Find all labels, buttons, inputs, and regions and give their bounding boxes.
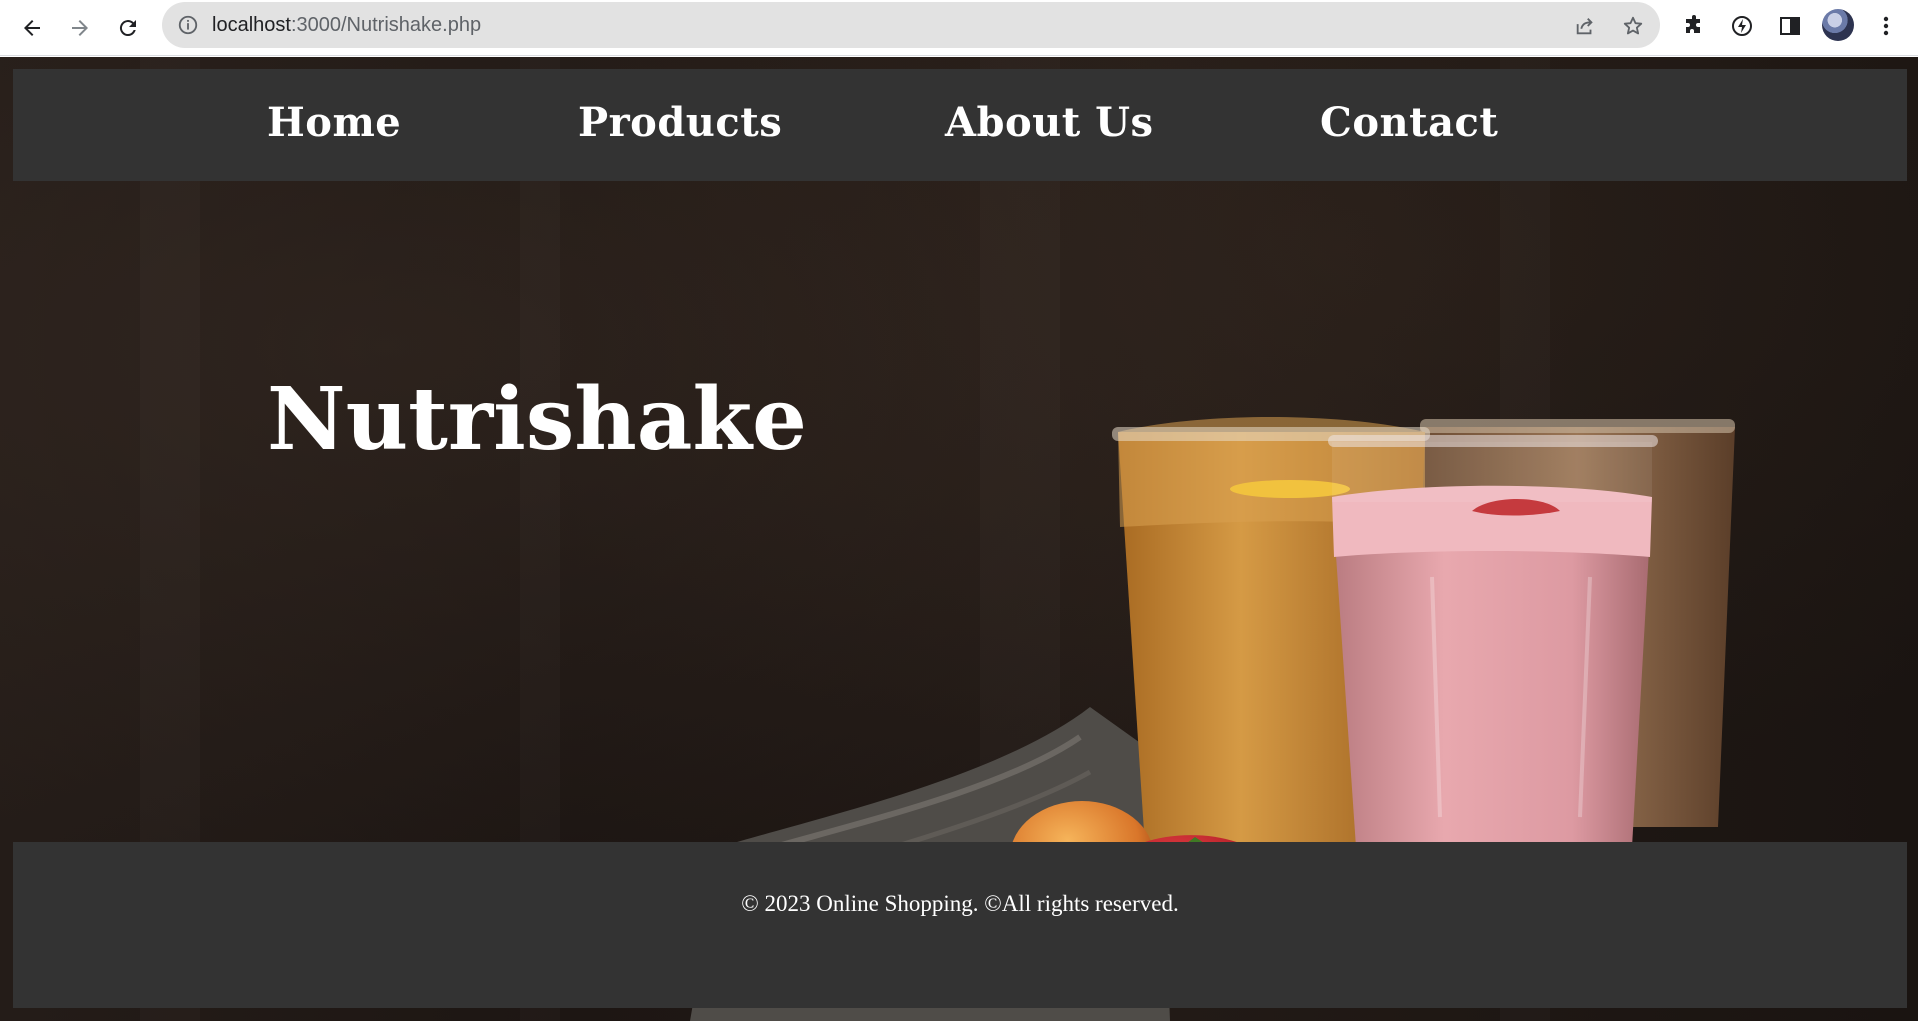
hero-title: Nutrishake xyxy=(267,369,807,470)
url-text[interactable]: localhost:3000/Nutrishake.php xyxy=(212,13,481,37)
url-host: localhost xyxy=(212,14,291,36)
extensions-icon[interactable] xyxy=(1678,10,1710,42)
reload-icon[interactable] xyxy=(108,8,148,48)
info-icon[interactable] xyxy=(176,13,200,37)
nav-products[interactable]: Products xyxy=(578,97,782,149)
nav-about-us[interactable]: About Us xyxy=(945,97,1154,149)
copyright-text: © 2023 Online Shopping. ©All rights rese… xyxy=(741,891,1179,916)
browser-toolbar: localhost:3000/Nutrishake.php xyxy=(0,0,1918,56)
performance-icon[interactable] xyxy=(1726,10,1758,42)
page-background: Home Products About Us Contact Nutrishak… xyxy=(0,57,1918,1021)
star-icon[interactable] xyxy=(1620,13,1646,39)
url-path: :3000/Nutrishake.php xyxy=(290,14,482,36)
menu-icon[interactable] xyxy=(1870,10,1902,42)
back-icon[interactable] xyxy=(12,8,52,48)
side-panel-icon[interactable] xyxy=(1774,10,1806,42)
nav-contact[interactable]: Contact xyxy=(1320,97,1498,149)
nav-home[interactable]: Home xyxy=(267,97,401,149)
avatar[interactable] xyxy=(1822,9,1854,41)
forward-icon[interactable] xyxy=(60,8,100,48)
main-navbar: Home Products About Us Contact xyxy=(13,69,1907,181)
footer: © 2023 Online Shopping. ©All rights rese… xyxy=(13,842,1907,1008)
address-bar[interactable]: localhost:3000/Nutrishake.php xyxy=(162,2,1660,48)
share-icon[interactable] xyxy=(1572,13,1598,39)
